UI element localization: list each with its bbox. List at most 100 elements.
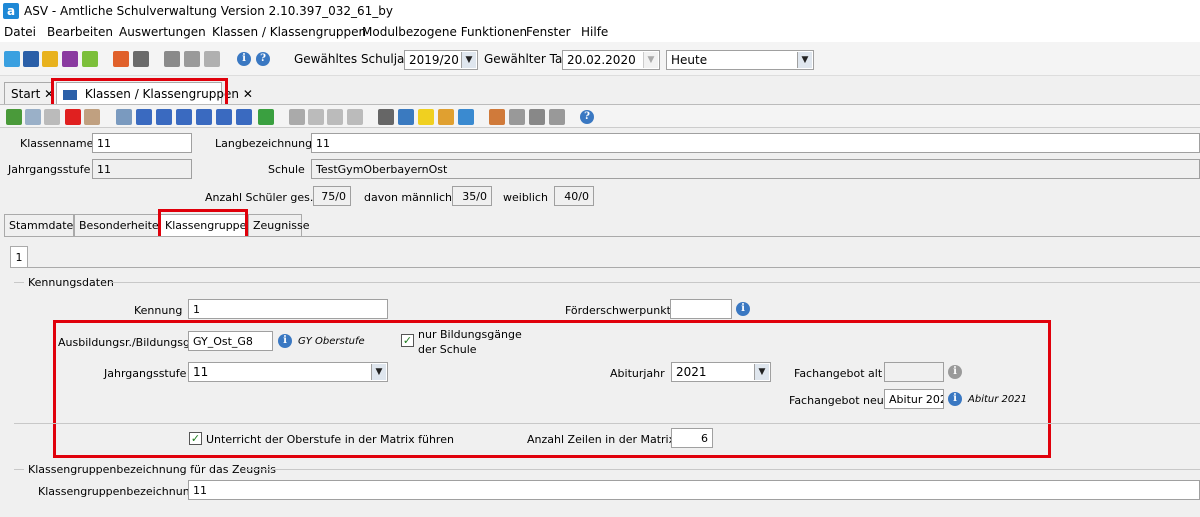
zeilen-field[interactable]: 6 — [671, 428, 713, 448]
zeilen-label: Anzahl Zeilen in der Matrix — [527, 433, 676, 446]
section-line — [14, 469, 24, 470]
help-icon[interactable]: ? — [580, 110, 594, 124]
undo-icon[interactable] — [44, 109, 60, 125]
nur-bildung-label-1: nur Bildungsgänge — [418, 328, 522, 341]
settings-icon[interactable] — [529, 109, 545, 125]
clock-icon[interactable] — [458, 109, 474, 125]
schueler-icon[interactable] — [4, 51, 20, 67]
list-icon[interactable] — [116, 109, 132, 125]
next-icon[interactable] — [196, 109, 212, 125]
info-icon: i — [948, 365, 962, 379]
save-icon[interactable] — [25, 109, 41, 125]
abitur-select[interactable]: 2021 ▼ — [671, 362, 771, 382]
chevron-down-icon[interactable]: ▼ — [461, 52, 476, 68]
chevron-down-icon[interactable]: ▼ — [371, 364, 386, 380]
fach-neu-field[interactable]: Abitur 2021 — [884, 389, 944, 409]
paste-icon[interactable] — [347, 109, 363, 125]
chat-icon[interactable] — [549, 109, 565, 125]
schule-icon[interactable] — [82, 51, 98, 67]
nur-bildung-checkbox[interactable]: ✓ — [401, 334, 414, 347]
new-icon[interactable] — [6, 109, 22, 125]
tab-zeugnisse[interactable]: Zeugnisse — [248, 214, 310, 236]
schuljahr-select[interactable]: 2019/20 ▼ — [404, 50, 478, 70]
next-page-icon[interactable] — [216, 109, 232, 125]
edit-icon[interactable] — [204, 51, 220, 67]
tag-select[interactable]: 20.02.2020 ▼ — [562, 50, 660, 70]
menu-datei[interactable]: Datei — [4, 25, 36, 39]
preview-icon[interactable] — [398, 109, 414, 125]
fach-alt-field — [884, 362, 944, 382]
klassen-icon[interactable] — [23, 51, 39, 67]
prev-icon[interactable] — [176, 109, 192, 125]
print-icon[interactable] — [378, 109, 394, 125]
delete-icon[interactable] — [65, 109, 81, 125]
bulb-icon[interactable] — [418, 109, 434, 125]
jahrgang-select[interactable]: 11 ▼ — [188, 362, 388, 382]
fenster-icon[interactable] — [164, 51, 180, 67]
first-icon[interactable] — [136, 109, 152, 125]
copy-record-icon[interactable] — [84, 109, 100, 125]
menu-hilfe[interactable]: Hilfe — [581, 25, 608, 39]
app-icon: a — [3, 3, 19, 19]
menu-modulbezogene[interactable]: Modulbezogene Funktionen — [362, 25, 527, 39]
lehrer-icon[interactable] — [42, 51, 58, 67]
zeugnis-bez-label: Klassengruppenbezeichnung — [38, 485, 197, 498]
fach-alt-label: Fachangebot alt — [794, 367, 883, 380]
chevron-down-icon[interactable]: ▼ — [754, 364, 769, 380]
langbez-field[interactable]: 11 — [311, 133, 1200, 153]
help-icon[interactable]: ? — [256, 52, 270, 66]
tools-icon[interactable] — [184, 51, 200, 67]
nur-bildung-label-2: der Schule — [418, 343, 477, 356]
divider — [14, 423, 1200, 424]
zeugnis-title: Klassengruppenbezeichnung für das Zeugni… — [28, 463, 276, 476]
foerder-field[interactable] — [670, 299, 732, 319]
klassenname-label: Klassenname — [20, 137, 94, 150]
foerder-label: Förderschwerpunkt — [565, 304, 671, 317]
menu-auswertungen[interactable]: Auswertungen — [119, 25, 206, 39]
unterricht-icon[interactable] — [62, 51, 78, 67]
main-toolbar: i ? Gewähltes Schuljahr 2019/20 ▼ Gewähl… — [0, 42, 1200, 76]
anzahl-field: 75/0 — [313, 186, 351, 206]
copy-icon[interactable] — [327, 109, 343, 125]
info-icon[interactable]: i — [278, 334, 292, 348]
heute-select[interactable]: Heute ▼ — [666, 50, 814, 70]
chevron-down-icon[interactable]: ▼ — [797, 52, 812, 68]
tab-start[interactable]: Start ✕ — [4, 82, 54, 104]
section-line — [14, 282, 24, 283]
tab-stammdaten[interactable]: Stammdaten — [4, 214, 80, 236]
refresh-icon[interactable] — [258, 109, 274, 125]
ausbildung-field[interactable]: GY_Ost_G8 — [188, 331, 273, 351]
bericht-icon[interactable] — [113, 51, 129, 67]
record-toolbar: ? — [0, 104, 1200, 128]
kennung-field[interactable]: 1 — [188, 299, 388, 319]
kennungsdaten-title: Kennungsdaten — [28, 276, 114, 289]
info-icon[interactable]: i — [736, 302, 750, 316]
tab-group-1[interactable]: 1 — [10, 246, 28, 268]
cut-icon[interactable] — [308, 109, 324, 125]
chevron-down-icon[interactable]: ▼ — [643, 52, 658, 68]
tab-besonderheiten[interactable]: Besonderheiten — [74, 214, 166, 236]
prev-page-icon[interactable] — [156, 109, 172, 125]
user-icon[interactable] — [509, 109, 525, 125]
druck-icon[interactable] — [133, 51, 149, 67]
info-icon[interactable]: i — [237, 52, 251, 66]
users-icon[interactable] — [489, 109, 505, 125]
abitur-label: Abiturjahr — [610, 367, 665, 380]
zeugnis-bez-field[interactable]: 11 — [188, 480, 1200, 500]
section-line — [245, 469, 1200, 470]
close-icon[interactable]: ✕ — [243, 87, 253, 101]
divider — [10, 267, 1200, 268]
menu-klassen[interactable]: Klassen / Klassengruppen — [212, 25, 366, 39]
clean-icon[interactable] — [438, 109, 454, 125]
unterricht-checkbox[interactable]: ✓ — [189, 432, 202, 445]
last-icon[interactable] — [236, 109, 252, 125]
maennlich-field: 35/0 — [452, 186, 492, 206]
menu-bearbeiten[interactable]: Bearbeiten — [47, 25, 113, 39]
back-icon[interactable] — [289, 109, 305, 125]
weiblich-label: weiblich — [503, 191, 548, 204]
jahrgang-label: Jahrgangsstufe — [104, 367, 187, 380]
menu-fenster[interactable]: Fenster — [526, 25, 571, 39]
anzahl-label: Anzahl Schüler ges. — [205, 191, 314, 204]
info-icon[interactable]: i — [948, 392, 962, 406]
klassenname-field[interactable]: 11 — [92, 133, 192, 153]
